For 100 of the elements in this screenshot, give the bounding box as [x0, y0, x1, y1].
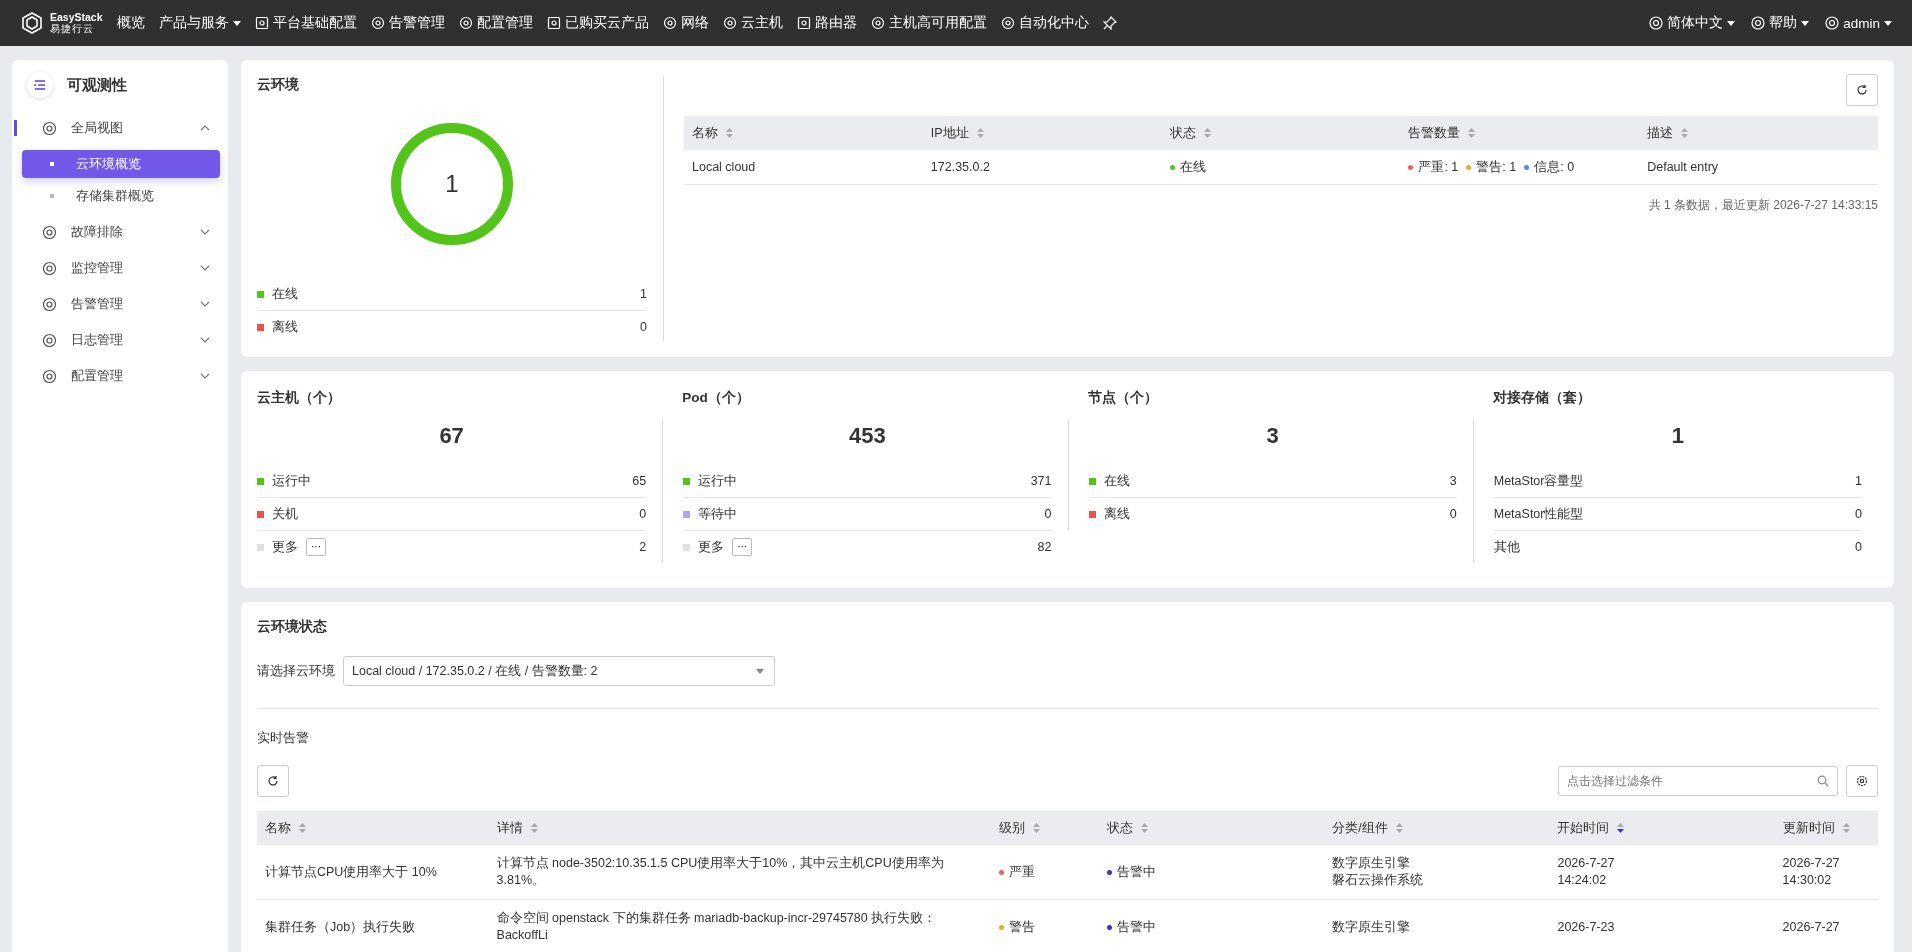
sidebar-group[interactable]: 配置管理	[12, 358, 228, 394]
nav-link[interactable]: 网络	[662, 14, 709, 32]
select-label: 请选择云环境	[257, 662, 335, 680]
refresh-button[interactable]	[257, 765, 289, 797]
legend-label: 等待中	[698, 505, 738, 523]
legend-value: 0	[639, 507, 647, 521]
table-cell: 命令空间 openstack 下的集群任务 mariadb-backup-incr-29745780 执行失败：BackoffLi	[488, 899, 991, 952]
chevron-icon	[200, 229, 210, 235]
refresh-icon	[1856, 84, 1868, 96]
table-cell-text: 2026-7-27	[1782, 855, 1841, 872]
sort-icon	[1468, 128, 1476, 139]
nav-link[interactable]: 自动化中心	[1000, 14, 1089, 32]
legend-label: 其他	[1493, 538, 1520, 556]
chevron-icon	[200, 373, 210, 379]
table-cell: Local cloud	[684, 150, 923, 185]
caret-icon	[1884, 20, 1892, 26]
legend-value: 0	[1044, 507, 1052, 521]
legend-value: 1	[1855, 474, 1862, 488]
section-title: 实时告警	[257, 729, 310, 747]
chevron-icon	[200, 265, 210, 271]
stat-total: 3	[1265, 422, 1280, 450]
table-cell-text: 磐石云操作系统	[1332, 872, 1425, 889]
nav-link[interactable]: 产品与服务	[158, 14, 241, 32]
header-menu[interactable]: 帮助	[1751, 14, 1810, 32]
more-button[interactable]: ···	[732, 538, 753, 556]
stat-title: 节点（个）	[1086, 389, 1159, 407]
column-header[interactable]: 更新时间	[1774, 811, 1878, 845]
table-cell: 计算节点 node-3502:10.35.1.5 CPU使用率大于10%，其中云主机CPU使用率为3.81%。	[488, 845, 991, 900]
legend-value: 0	[1855, 540, 1862, 554]
alert-count: 严重: 1	[1408, 159, 1459, 176]
column-header[interactable]: 状态	[1161, 116, 1401, 150]
more-button[interactable]: ···	[306, 538, 326, 556]
cloud-select[interactable]: Local cloud / 172.35.0.2 / 在线 / 告警数量: 2	[343, 656, 775, 686]
table-cell: 集群任务（Job）执行失败	[257, 899, 489, 952]
header-menu[interactable]: admin	[1825, 14, 1892, 32]
sidebar-group[interactable]: 监控管理	[12, 250, 228, 286]
legend-value: 0	[1855, 507, 1862, 521]
table-cell-text: 数字原生引擎	[1332, 918, 1412, 936]
nav-link[interactable]: 告警管理	[370, 14, 445, 32]
sort-icon	[976, 128, 984, 139]
column-header[interactable]: 名称	[257, 811, 489, 845]
column-header[interactable]: 告警数量	[1400, 116, 1640, 150]
stat-total: 453	[848, 422, 887, 450]
table-footer: 共 1 条数据，最近更新 2026-7-27 14:33:15	[1648, 198, 1878, 212]
column-header[interactable]: 开始时间	[1549, 811, 1775, 845]
legend-label: MetaStor容量型	[1493, 472, 1584, 490]
caret-icon	[1801, 20, 1810, 26]
table-cell: 计算节点CPU使用率大于 10%	[257, 845, 489, 900]
donut-total: 1	[445, 170, 459, 198]
legend-label: MetaStor性能型	[1493, 505, 1584, 523]
nav-link[interactable]: 路由器	[796, 14, 857, 32]
status-label: 告警中	[1107, 864, 1157, 881]
search-icon[interactable]	[1817, 775, 1829, 787]
legend-label: 运行中	[698, 472, 738, 490]
table-cell-text: 14:24:02	[1557, 872, 1608, 889]
column-header[interactable]: 详情	[488, 811, 991, 845]
legend-label: 关机	[272, 505, 298, 523]
level-label: 严重	[998, 864, 1035, 881]
nav-link[interactable]: 已购买云产品	[546, 14, 649, 32]
level-label: 警告	[998, 919, 1035, 936]
sidebar-group[interactable]: 日志管理	[12, 322, 228, 358]
sidebar-group[interactable]: 全局视图	[12, 110, 228, 146]
nav-link[interactable]: 主机高可用配置	[870, 14, 987, 32]
sidebar-group[interactable]: 故障排除	[12, 214, 228, 250]
column-header[interactable]: 分类/组件	[1324, 811, 1550, 845]
caret-icon	[232, 20, 241, 26]
column-header[interactable]: 名称	[684, 116, 923, 150]
column-header[interactable]: IP地址	[922, 116, 1162, 150]
table-cell-text: 2026-7-27	[1782, 918, 1841, 936]
legend-value: 1	[640, 287, 647, 301]
sidebar-item[interactable]: 存储集群概览	[22, 182, 220, 210]
column-header[interactable]: 描述	[1639, 116, 1878, 150]
legend-value: 3	[1449, 474, 1457, 488]
legend-value: 0	[1449, 507, 1457, 521]
column-header[interactable]: 状态	[1099, 811, 1325, 845]
stat-total: 1	[1670, 422, 1685, 450]
refresh-button[interactable]	[1846, 74, 1878, 106]
column-header[interactable]: 级别	[990, 811, 1100, 845]
pin-icon[interactable]	[1102, 16, 1117, 30]
header-menu[interactable]: 简体中文	[1649, 14, 1736, 32]
caret-icon	[756, 668, 764, 674]
sidebar-item[interactable]: 云环境概览	[22, 150, 220, 178]
nav-link[interactable]: 概览	[116, 14, 145, 32]
stat-title: 云主机（个）	[257, 389, 342, 407]
chevron-icon	[200, 337, 210, 343]
nav-link[interactable]: 配置管理	[458, 14, 533, 32]
card-title: 云环境	[257, 76, 300, 94]
sidebar-group[interactable]: 告警管理	[12, 286, 228, 322]
nav-link[interactable]: 平台基础配置	[254, 14, 357, 32]
stat-title: 对接存储（套）	[1491, 389, 1592, 407]
legend-label: 离线	[272, 318, 298, 336]
legend-value: 82	[1037, 540, 1052, 554]
settings-icon	[1856, 775, 1868, 787]
caret-icon	[1727, 20, 1736, 26]
nav-link[interactable]: 云主机	[722, 14, 783, 32]
legend-label: 在线	[1103, 472, 1130, 490]
settings-button[interactable]	[1846, 765, 1878, 797]
filter-field[interactable]: 点击选择过滤条件	[1558, 766, 1838, 796]
sidebar-title: 可观测性	[67, 75, 127, 95]
alert-count: 信息: 0	[1524, 159, 1575, 176]
